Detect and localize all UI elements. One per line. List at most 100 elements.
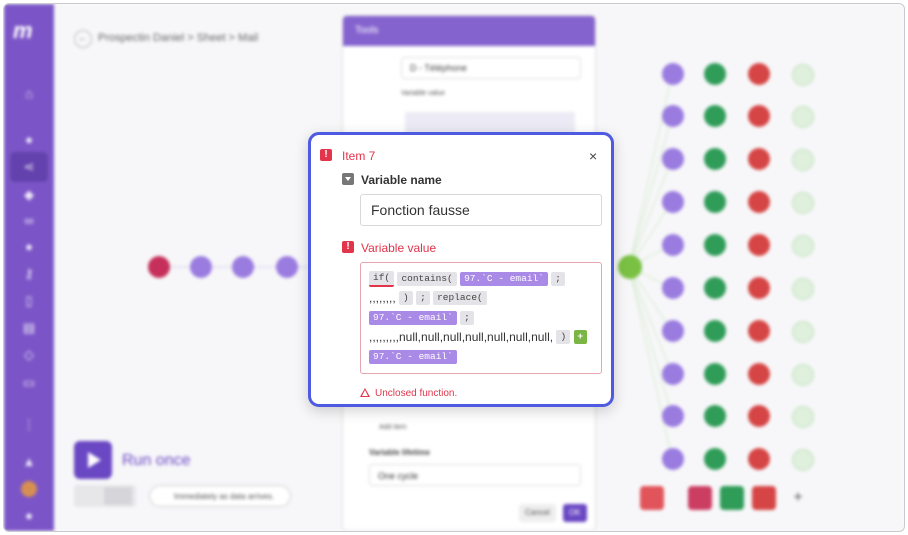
device-icon[interactable]: ▯ [21, 293, 37, 309]
module-node[interactable] [662, 320, 684, 342]
module-node[interactable] [662, 363, 684, 385]
module-node[interactable] [276, 256, 298, 278]
module-node[interactable] [662, 105, 684, 127]
replace-function-token[interactable]: replace( [433, 291, 487, 306]
docs-icon[interactable]: ▭ [21, 375, 37, 391]
flow-icon[interactable] [688, 486, 712, 510]
lifetime-select[interactable]: One cycle [369, 464, 581, 486]
variable-value-label: Variable value [401, 90, 445, 97]
sidebar: m ⌂ ● ⋖ ◆ ∞ ● ⚷ ▯ ▤ ◇ ▭ ⋮ ▲ ● [4, 4, 54, 531]
module-node[interactable] [792, 321, 814, 343]
item-dialog: ! Item 7 × Variable name ! Variable valu… [308, 132, 614, 407]
templates-icon[interactable]: ◆ [21, 187, 37, 203]
more-icon[interactable]: ⋮ [21, 417, 37, 433]
separator-token[interactable]: ; [416, 291, 430, 306]
module-node[interactable] [662, 63, 684, 85]
gmail-icon[interactable] [748, 105, 770, 127]
lifetime-label: Variable lifetime [369, 448, 430, 457]
module-node[interactable] [232, 256, 254, 278]
separator-token[interactable]: ; [460, 310, 474, 325]
scheduling-toggle[interactable] [74, 485, 136, 507]
module-node[interactable] [792, 406, 814, 428]
sheets-icon[interactable] [704, 63, 726, 85]
sheets-icon[interactable] [704, 320, 726, 342]
module-node[interactable] [662, 148, 684, 170]
home-icon[interactable]: ⌂ [21, 86, 37, 102]
gmail-icon[interactable] [748, 63, 770, 85]
chevron-down-icon[interactable] [342, 173, 354, 185]
module-node[interactable] [792, 192, 814, 214]
module-node[interactable] [792, 149, 814, 171]
error-text: Unclosed function. [375, 388, 458, 399]
text-literal: ,,,,,,,,,null,null,null,null,null,null,n… [369, 329, 554, 344]
sheets-icon[interactable] [720, 486, 744, 510]
module-node[interactable] [792, 449, 814, 471]
variable-value-editor[interactable]: if( contains( 97.`C - email` ; ,,,,,,,, … [360, 262, 602, 374]
avatar[interactable] [21, 481, 37, 497]
sheets-icon[interactable] [704, 448, 726, 470]
module-node[interactable] [792, 235, 814, 257]
gmail-icon[interactable] [752, 486, 776, 510]
structure-icon[interactable]: ◇ [21, 347, 37, 363]
email-variable-token[interactable]: 97.`C - email` [369, 310, 457, 325]
share-icon[interactable]: ⋖ [21, 159, 37, 175]
module-node[interactable] [190, 256, 212, 278]
module-node[interactable] [792, 364, 814, 386]
gmail-icon[interactable] [748, 191, 770, 213]
separator-token[interactable]: ; [551, 271, 565, 286]
module-node[interactable] [662, 448, 684, 470]
email-variable-token[interactable]: 97.`C - email` [369, 349, 457, 364]
add-item-button[interactable]: Add item [379, 424, 407, 431]
app-frame: m ⌂ ● ⋖ ◆ ∞ ● ⚷ ▯ ▤ ◇ ▭ ⋮ ▲ ● ← Prospect… [3, 3, 905, 532]
module-node[interactable] [662, 405, 684, 427]
sheets-icon[interactable] [704, 191, 726, 213]
run-once-button[interactable] [74, 441, 112, 479]
sheets-icon[interactable] [704, 277, 726, 299]
close-paren-token[interactable]: ) [399, 291, 413, 306]
cancel-button[interactable]: Cancel [519, 504, 556, 522]
email-variable-token[interactable]: 97.`C - email` [460, 271, 548, 286]
datastore-icon[interactable]: ▤ [21, 320, 37, 336]
globe-icon[interactable]: ● [21, 239, 37, 255]
gmail-icon[interactable] [748, 363, 770, 385]
gmail-icon[interactable] [748, 448, 770, 470]
gmail-icon[interactable] [748, 234, 770, 256]
gmail-icon[interactable] [748, 405, 770, 427]
close-icon[interactable]: × [589, 148, 597, 164]
module-node[interactable] [662, 191, 684, 213]
variable-name-input[interactable] [360, 194, 602, 226]
sheets-icon[interactable] [704, 234, 726, 256]
if-function-token[interactable]: if( [369, 270, 395, 287]
module-node[interactable] [662, 234, 684, 256]
help-icon[interactable]: ● [21, 508, 37, 524]
module-node[interactable] [792, 64, 814, 86]
error-handler-icon[interactable] [640, 486, 664, 510]
sheets-icon[interactable] [704, 363, 726, 385]
ok-button[interactable]: OK [563, 504, 587, 522]
router-node[interactable] [618, 255, 642, 279]
error-icon: ! [320, 149, 332, 161]
key-icon[interactable]: ⚷ [21, 266, 37, 282]
bell-icon[interactable]: ▲ [21, 454, 37, 470]
team-icon[interactable]: ● [21, 132, 37, 148]
error-message: Unclosed function. [360, 388, 457, 399]
gmail-icon[interactable] [748, 277, 770, 299]
sheets-icon[interactable] [704, 148, 726, 170]
variable-field[interactable]: D - Téléphone [401, 57, 581, 79]
add-icon[interactable]: + [786, 486, 810, 510]
gmail-icon[interactable] [748, 320, 770, 342]
sheets-icon[interactable] [704, 405, 726, 427]
tools-panel-title: Tools [343, 16, 595, 46]
contains-function-token[interactable]: contains( [397, 271, 457, 286]
variable-value-editor[interactable] [405, 112, 575, 134]
module-node[interactable] [662, 277, 684, 299]
link-icon[interactable]: ∞ [21, 213, 37, 229]
schedule-setting[interactable]: Immediately as data arrives. [149, 485, 291, 507]
module-node[interactable] [792, 106, 814, 128]
close-paren-token[interactable]: ) [556, 330, 571, 345]
gmail-icon[interactable] [748, 148, 770, 170]
plus-operator-token[interactable]: + [573, 330, 588, 345]
sheets-icon[interactable] [704, 105, 726, 127]
trigger-module[interactable] [148, 256, 170, 278]
module-node[interactable] [792, 278, 814, 300]
